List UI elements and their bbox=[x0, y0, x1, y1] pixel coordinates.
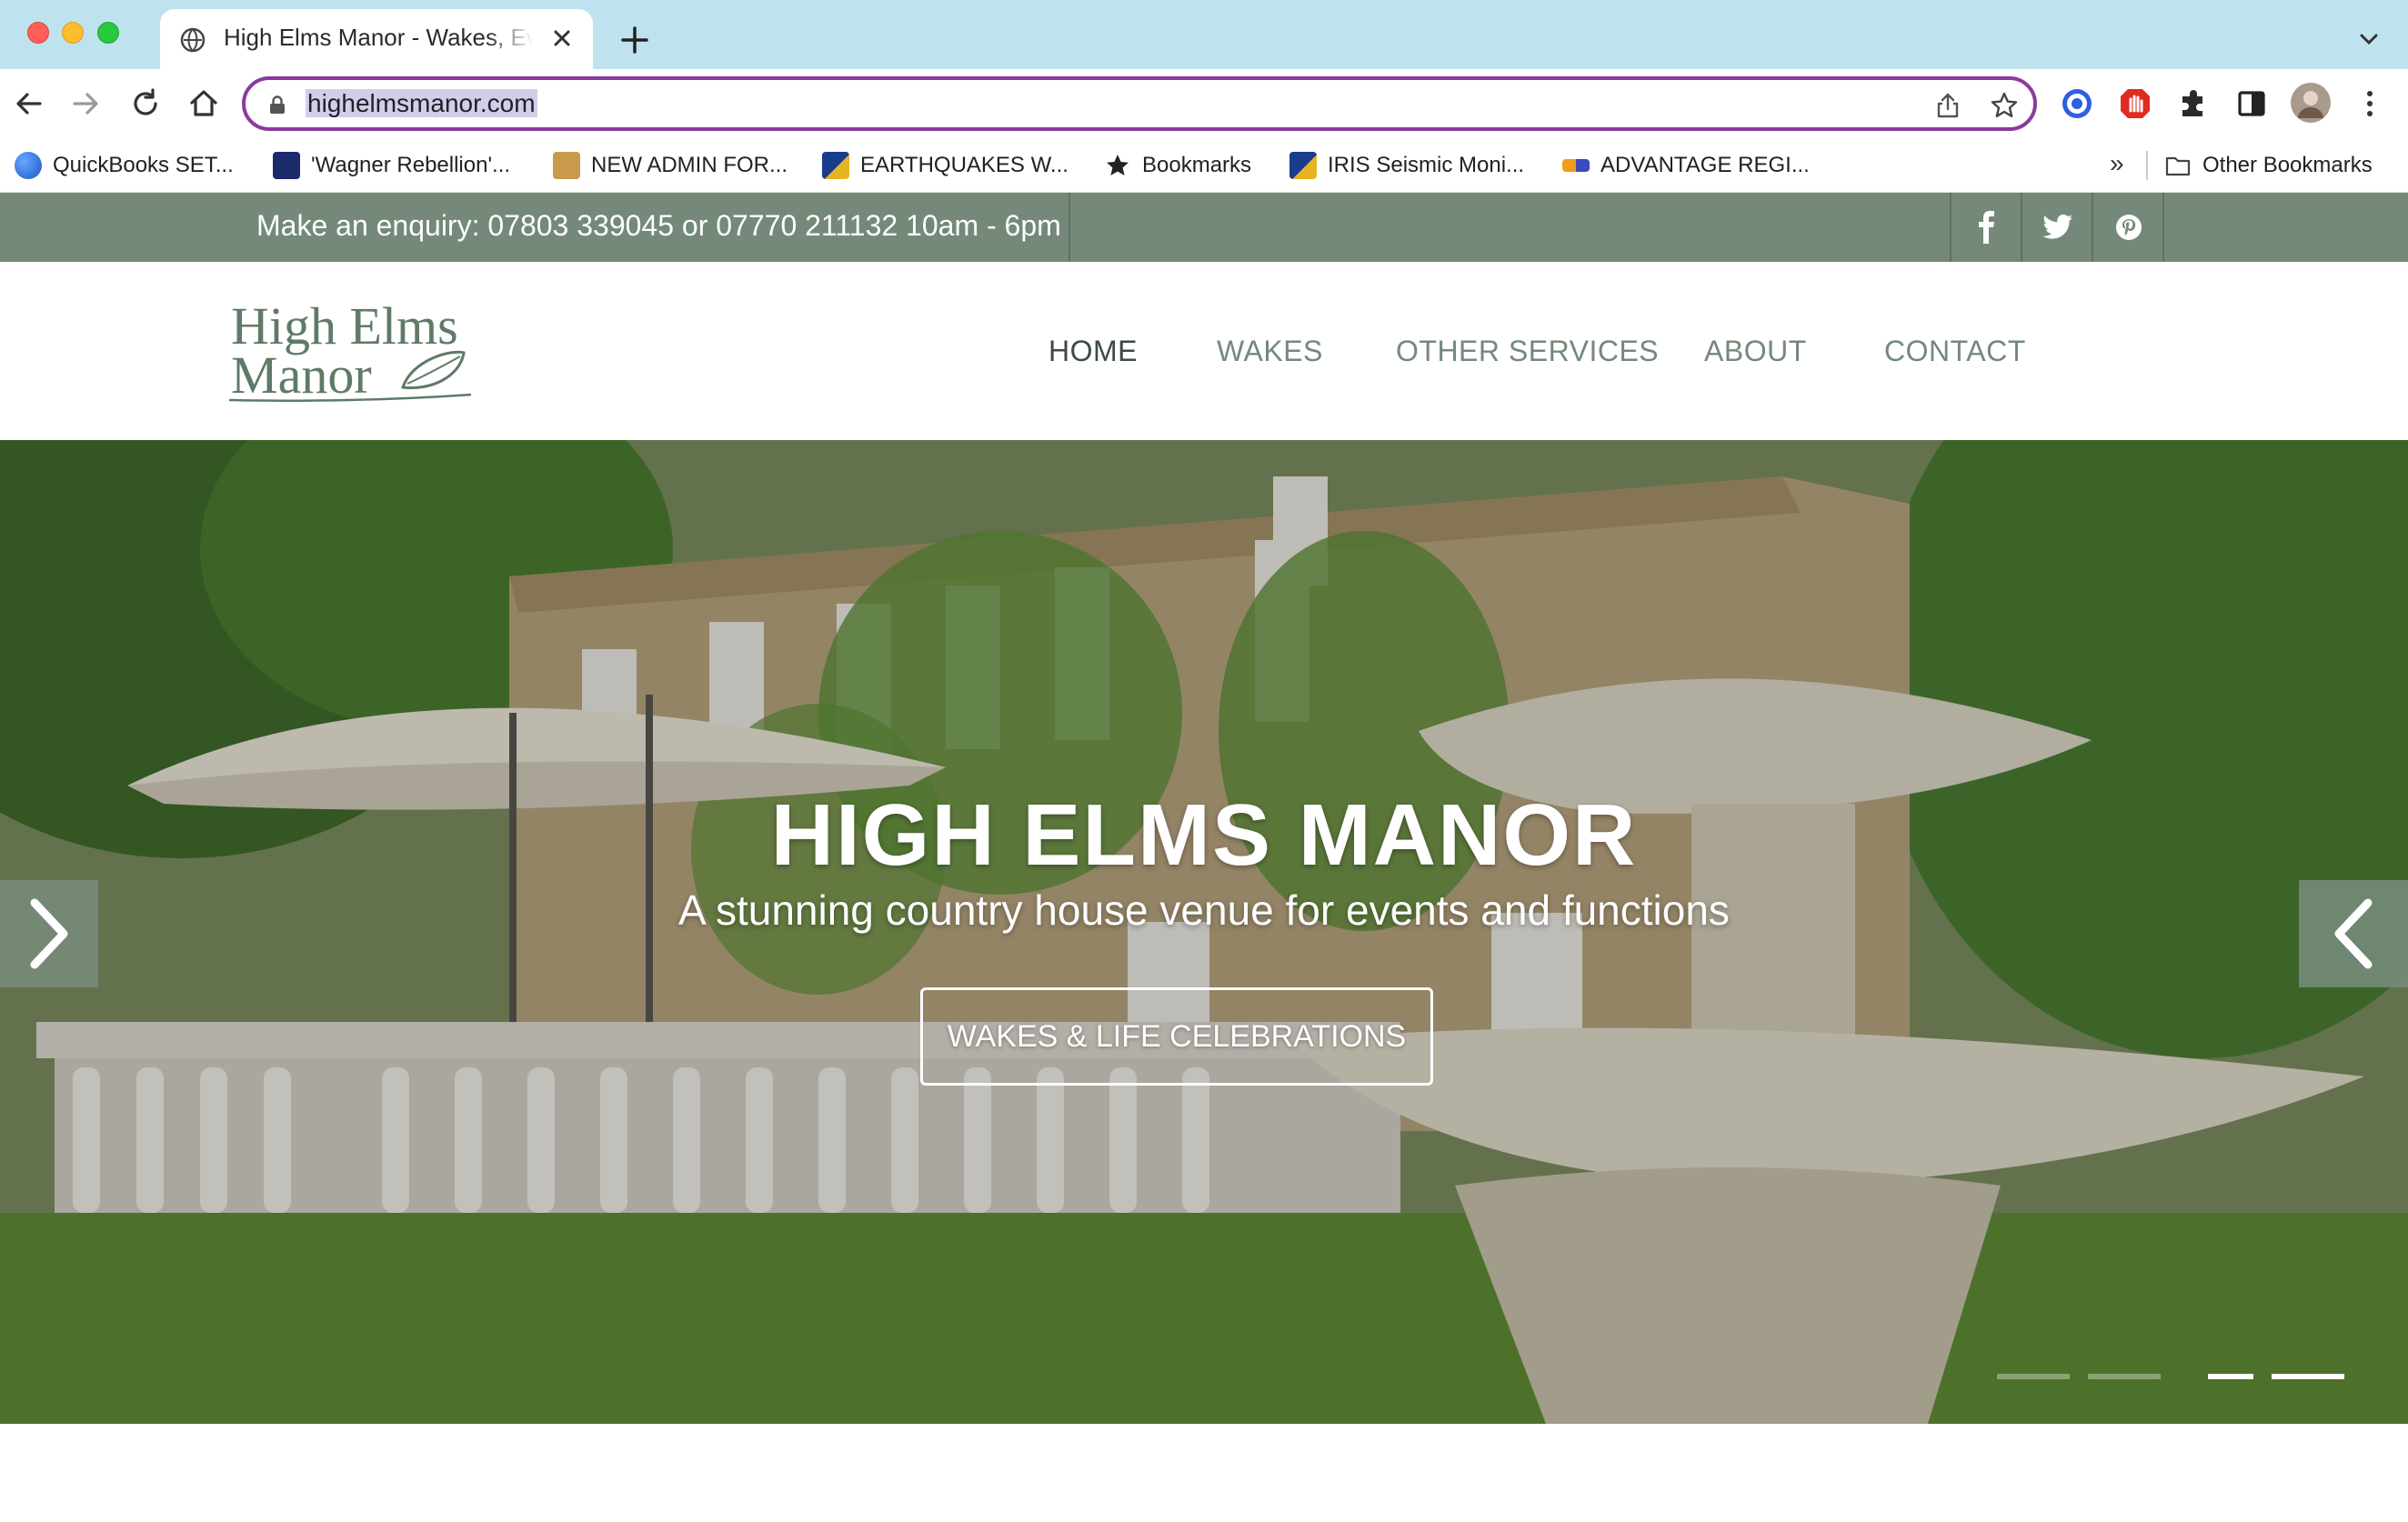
minimize-window-button[interactable] bbox=[62, 22, 84, 44]
nav-wakes[interactable]: WAKES bbox=[1217, 335, 1323, 368]
other-bookmarks-folder[interactable]: Other Bookmarks bbox=[2164, 147, 2373, 184]
news-icon bbox=[273, 152, 300, 179]
nav-contact[interactable]: CONTACT bbox=[1884, 335, 2026, 368]
web-page: Make an enquiry: 07803 339045 or 07770 2… bbox=[0, 193, 2408, 1522]
high-elms-manor-logo[interactable]: High Elms Manor bbox=[226, 289, 480, 407]
slider-prev-button[interactable] bbox=[0, 880, 98, 987]
site-header: High Elms Manor HOME WAKES OTHER SERVICE… bbox=[0, 262, 2408, 440]
facebook-icon[interactable] bbox=[1951, 193, 2022, 262]
wakes-celebrations-button[interactable]: WAKES & LIFE CELEBRATIONS bbox=[920, 987, 1433, 1086]
nav-about[interactable]: ABOUT bbox=[1704, 335, 1807, 368]
contact-top-bar: Make an enquiry: 07803 339045 or 07770 2… bbox=[0, 193, 2408, 262]
star-bookmark-icon[interactable] bbox=[1990, 91, 2019, 120]
forward-arrow-icon[interactable] bbox=[67, 85, 104, 122]
maximize-window-button[interactable] bbox=[97, 22, 119, 44]
reload-icon[interactable] bbox=[127, 85, 164, 122]
pinterest-icon[interactable] bbox=[2093, 193, 2164, 262]
puzzle-extensions-icon[interactable] bbox=[2175, 85, 2212, 122]
bookmark-item[interactable]: Bookmarks bbox=[1104, 147, 1251, 184]
star-icon bbox=[1107, 155, 1129, 175]
folder-icon bbox=[2165, 156, 2191, 176]
bookmark-item[interactable]: EARTHQUAKES W... bbox=[822, 147, 1069, 184]
new-tab-plus-icon[interactable] bbox=[617, 22, 653, 58]
close-window-button[interactable] bbox=[27, 22, 49, 44]
bookmarks-divider bbox=[2146, 151, 2148, 180]
hero-subtitle: A stunning country house venue for event… bbox=[678, 886, 1730, 934]
slider-dot[interactable] bbox=[1997, 1374, 2070, 1379]
tab-title: High Elms Manor - Wakes, Events & Functi… bbox=[224, 24, 533, 51]
address-bar[interactable]: highelmsmanor.com bbox=[242, 76, 2037, 131]
share-icon[interactable] bbox=[1933, 91, 1962, 120]
twitter-icon[interactable] bbox=[2022, 193, 2093, 262]
more-bookmarks-chevron[interactable]: » bbox=[2110, 149, 2124, 178]
slider-dot-active[interactable] bbox=[2272, 1374, 2344, 1379]
back-arrow-icon[interactable] bbox=[11, 85, 47, 122]
bookmarks-bar: QuickBooks SET... 'Wagner Rebellion'... … bbox=[0, 138, 2408, 193]
extension-target-icon[interactable] bbox=[2059, 85, 2095, 122]
bookmark-item[interactable]: ADVANTAGE REGI... bbox=[1562, 147, 1810, 184]
svg-text:Manor: Manor bbox=[231, 345, 372, 405]
kebab-menu-icon[interactable] bbox=[2352, 85, 2388, 122]
nav-home[interactable]: HOME bbox=[1048, 335, 1138, 368]
chevron-right-icon bbox=[30, 898, 68, 969]
profile-avatar[interactable] bbox=[2290, 82, 2332, 124]
quickbooks-icon bbox=[15, 152, 42, 179]
browser-tab[interactable]: High Elms Manor - Wakes, Events & Functi… bbox=[160, 9, 593, 69]
slider-dot-active[interactable] bbox=[2208, 1374, 2253, 1379]
top-bar-divider bbox=[1069, 193, 1070, 262]
nav-other-services[interactable]: OTHER SERVICES bbox=[1396, 335, 1659, 368]
close-tab-icon[interactable] bbox=[547, 24, 577, 53]
globe-icon bbox=[180, 27, 206, 53]
admin-icon bbox=[553, 152, 580, 179]
bookmark-item[interactable]: NEW ADMIN FOR... bbox=[553, 147, 788, 184]
browser-toolbar: highelmsmanor.com bbox=[0, 69, 2408, 138]
browser-tab-bar: High Elms Manor - Wakes, Events & Functi… bbox=[0, 0, 2408, 69]
side-panel-icon[interactable] bbox=[2233, 85, 2270, 122]
slider-next-button[interactable] bbox=[2299, 880, 2408, 987]
lock-icon[interactable] bbox=[267, 95, 287, 115]
bookmark-item[interactable]: 'Wagner Rebellion'... bbox=[273, 147, 510, 184]
bookmark-item[interactable]: QuickBooks SET... bbox=[15, 147, 234, 184]
chevron-left-icon bbox=[2334, 898, 2373, 969]
earthquake-icon bbox=[822, 152, 849, 179]
enquiry-text: Make an enquiry: 07803 339045 or 07770 2… bbox=[256, 209, 1061, 242]
seismic-icon bbox=[1289, 152, 1317, 179]
hero-title: HIGH ELMS MANOR bbox=[770, 786, 1638, 884]
slider-dot[interactable] bbox=[2088, 1374, 2161, 1379]
advantage-icon bbox=[1562, 159, 1590, 172]
adblock-hand-icon[interactable] bbox=[2117, 85, 2153, 122]
top-bar-divider bbox=[2162, 193, 2164, 262]
hero-slider: HIGH ELMS MANOR A stunning country house… bbox=[0, 440, 2408, 1424]
bookmark-item[interactable]: IRIS Seismic Moni... bbox=[1289, 147, 1524, 184]
home-icon[interactable] bbox=[186, 85, 222, 122]
url-text[interactable]: highelmsmanor.com bbox=[306, 89, 537, 118]
chevron-down-icon[interactable] bbox=[2355, 25, 2383, 53]
